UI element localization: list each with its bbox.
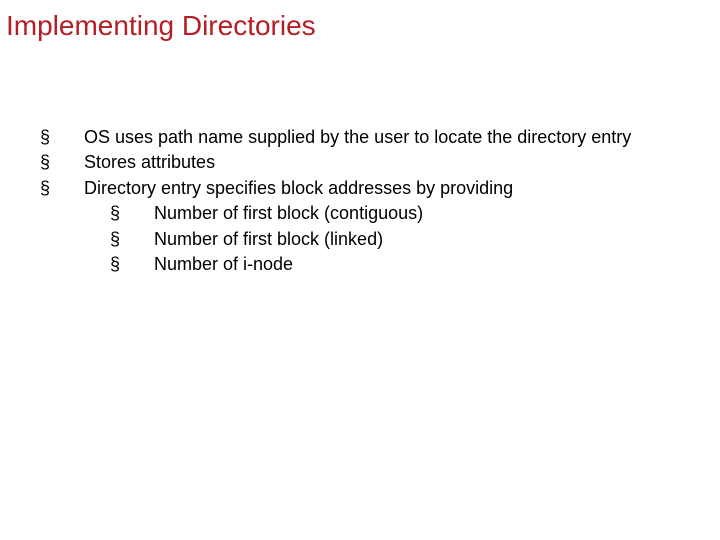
list-item-text: Directory entry specifies block addresse… [84, 177, 700, 200]
list-item: § OS uses path name supplied by the user… [40, 126, 700, 149]
list-item: § Number of i-node [110, 253, 700, 276]
list-item-text: Number of first block (linked) [154, 228, 700, 251]
list-item-text: Stores attributes [84, 151, 700, 174]
list-item-text: Number of first block (contiguous) [154, 202, 700, 225]
bullet-icon: § [40, 177, 84, 200]
list-item: § Directory entry specifies block addres… [40, 177, 700, 200]
list-item: § Number of first block (contiguous) [110, 202, 700, 225]
list-item: § Number of first block (linked) [110, 228, 700, 251]
list-item: § Stores attributes [40, 151, 700, 174]
slide-title: Implementing Directories [0, 0, 720, 42]
bullet-icon: § [110, 253, 154, 276]
list-item-text: Number of i-node [154, 253, 700, 276]
bullet-icon: § [110, 202, 154, 225]
bullet-icon: § [110, 228, 154, 251]
bullet-icon: § [40, 151, 84, 174]
slide-body: § OS uses path name supplied by the user… [40, 126, 700, 278]
bullet-icon: § [40, 126, 84, 149]
list-item-text: OS uses path name supplied by the user t… [84, 126, 700, 149]
